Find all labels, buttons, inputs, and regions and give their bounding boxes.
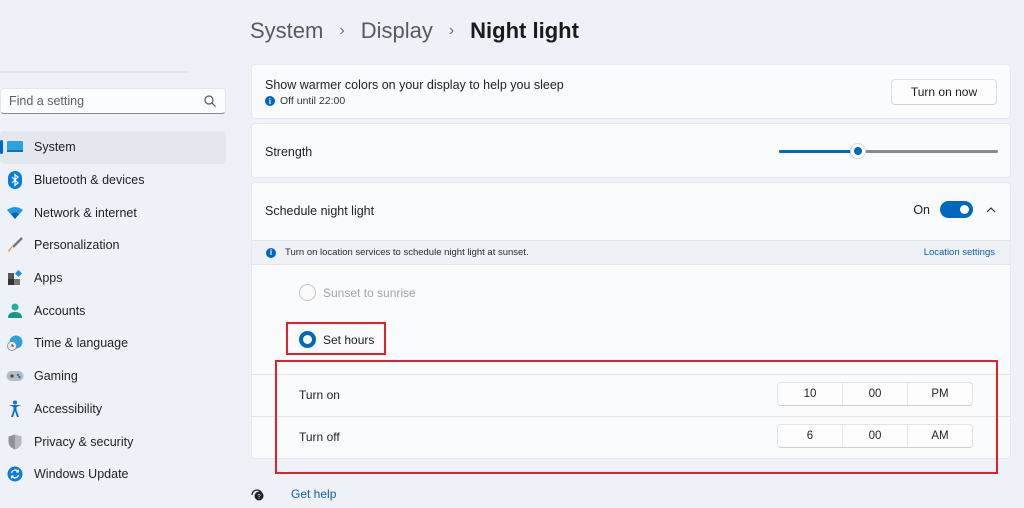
sidebar-item-label: Bluetooth & devices <box>34 173 145 188</box>
slider-thumb[interactable] <box>849 143 866 159</box>
sidebar-item-windows-update[interactable]: Windows Update <box>0 458 226 491</box>
shield-icon <box>6 433 24 451</box>
chevron-right-icon: › <box>448 22 455 39</box>
search-placeholder: Find a setting <box>9 94 85 108</box>
minute-field[interactable]: 00 <box>843 425 908 447</box>
strength-label: Strength <box>265 145 313 159</box>
hour-field[interactable]: 6 <box>778 425 843 447</box>
minute-field[interactable]: 00 <box>843 383 908 405</box>
night-light-description: Show warmer colors on your display to he… <box>265 78 564 92</box>
toggle-state-label: On <box>913 202 930 217</box>
sidebar-item-label: Gaming <box>34 369 78 384</box>
chevron-up-icon[interactable] <box>985 204 997 216</box>
get-help-link[interactable]: ? Get help <box>251 487 336 501</box>
location-info-text: Turn on location services to schedule ni… <box>285 247 529 258</box>
sidebar-nav: System Bluetooth & devices Network & int… <box>0 131 226 491</box>
hour-field[interactable]: 10 <box>778 383 843 405</box>
sidebar-item-privacy[interactable]: Privacy & security <box>0 425 226 458</box>
schedule-label: Schedule night light <box>265 204 375 218</box>
turn-on-now-button[interactable]: Turn on now <box>891 79 997 105</box>
turn-on-label: Turn on <box>299 388 340 402</box>
status-text: Off until 22:00 <box>280 95 346 107</box>
sidebar-item-label: System <box>34 140 76 155</box>
sidebar-item-time-language[interactable]: Time & language <box>0 327 226 360</box>
radio-button[interactable] <box>299 284 316 301</box>
help-icon: ? <box>251 489 264 501</box>
sidebar-item-accessibility[interactable]: Accessibility <box>0 393 226 426</box>
turn-off-label: Turn off <box>299 430 340 444</box>
apps-icon <box>6 269 24 287</box>
sidebar-item-network[interactable]: Network & internet <box>0 196 226 229</box>
sidebar-item-label: Privacy & security <box>34 434 134 449</box>
update-icon <box>6 465 24 483</box>
sidebar-item-label: Accounts <box>34 303 86 318</box>
turn-on-row: Turn on 10 00 PM <box>252 375 1010 416</box>
sidebar-item-system[interactable]: System <box>0 131 226 164</box>
period-field[interactable]: PM <box>908 383 972 405</box>
schedule-card: Schedule night light On i Turn on locati… <box>251 182 1011 459</box>
period-field[interactable]: AM <box>908 425 972 447</box>
chevron-right-icon: › <box>339 22 345 39</box>
sidebar-item-gaming[interactable]: Gaming <box>0 360 226 393</box>
gamepad-icon <box>6 367 24 385</box>
breadcrumb-display[interactable]: Display <box>361 18 433 44</box>
breadcrumb: System › Display › Night light <box>250 18 579 44</box>
sidebar-item-label: Network & internet <box>34 205 137 220</box>
person-icon <box>6 302 24 320</box>
schedule-toggle-row: On <box>913 201 997 218</box>
turn-on-time-picker[interactable]: 10 00 PM <box>777 382 973 406</box>
sidebar-item-accounts[interactable]: Accounts <box>0 294 226 327</box>
sidebar-item-label: Time & language <box>34 336 129 351</box>
strength-slider[interactable] <box>779 143 998 159</box>
location-settings-link[interactable]: Location settings <box>924 247 995 258</box>
sidebar-item-personalization[interactable]: Personalization <box>0 229 226 262</box>
sidebar-divider <box>0 71 188 73</box>
info-icon: i <box>266 247 276 258</box>
turn-off-time-picker[interactable]: 6 00 AM <box>777 424 973 448</box>
night-light-card: Show warmer colors on your display to he… <box>251 64 1011 119</box>
slider-fill <box>779 150 858 153</box>
brush-icon <box>6 236 24 254</box>
turn-off-row: Turn off 6 00 AM <box>252 416 1010 457</box>
sidebar-item-label: Accessibility <box>34 401 103 416</box>
search-icon <box>204 95 216 107</box>
schedule-toggle[interactable] <box>940 201 973 218</box>
radio-sunset-to-sunrise[interactable]: Sunset to sunrise <box>299 284 416 301</box>
night-light-status: i Off until 22:00 <box>265 95 345 107</box>
sidebar-item-label: Apps <box>34 271 63 286</box>
accessibility-icon <box>6 400 24 418</box>
sidebar-item-label: Windows Update <box>34 467 129 482</box>
sidebar-item-apps[interactable]: Apps <box>0 262 226 295</box>
radio-button[interactable] <box>299 331 316 348</box>
location-info-bar: i Turn on location services to schedule … <box>252 240 1010 265</box>
wifi-icon <box>6 204 24 222</box>
globe-clock-icon <box>6 334 24 352</box>
sidebar-item-label: Personalization <box>34 238 120 253</box>
page-title: Night light <box>470 18 579 43</box>
sidebar-item-bluetooth[interactable]: Bluetooth & devices <box>0 164 226 197</box>
get-help-label: Get help <box>291 487 337 501</box>
bluetooth-icon <box>6 171 24 190</box>
radio-set-hours[interactable]: Set hours <box>299 331 374 348</box>
radio-label: Sunset to sunrise <box>323 285 416 300</box>
search-input[interactable]: Find a setting <box>0 88 226 114</box>
radio-label: Set hours <box>323 332 375 347</box>
info-icon: i <box>265 96 275 106</box>
breadcrumb-system[interactable]: System <box>250 18 323 44</box>
monitor-icon <box>6 138 24 156</box>
strength-card: Strength <box>251 123 1011 178</box>
